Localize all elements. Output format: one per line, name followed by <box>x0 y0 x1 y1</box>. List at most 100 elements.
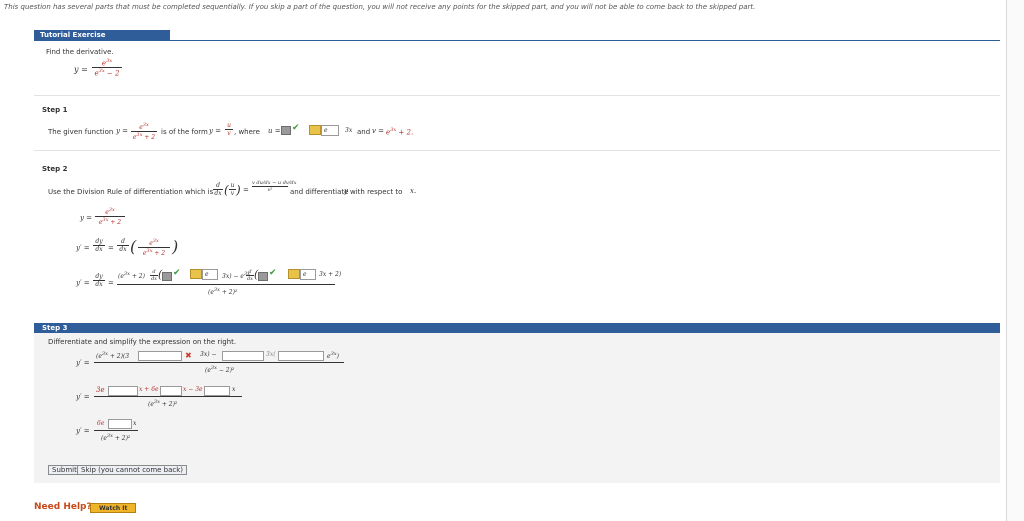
u-exponent-sup: 3x <box>345 127 353 134</box>
s3-r2-input-3[interactable] <box>204 386 230 396</box>
u-answer-box[interactable] <box>281 126 291 135</box>
s3-r2-input-2[interactable] <box>160 386 182 396</box>
s3-r1-box2-tail: 3x( <box>266 351 276 358</box>
s2-line3-check-icon-2: ✔ <box>269 268 277 278</box>
step1-text-b: is of the form <box>161 128 208 136</box>
step1-den-tail: + 2 <box>144 134 156 141</box>
step1-u-eq: u = <box>268 127 281 135</box>
s3-r1-mid: 3x) − <box>200 351 217 358</box>
u-check-icon: ✔ <box>292 123 300 133</box>
step2-y-var: y <box>344 187 348 195</box>
step2-text-a: Use the Division Rule of differentiation… <box>48 188 214 196</box>
s2-line3-check-icon-1: ✔ <box>173 268 181 278</box>
step1-v-val: e3x + 2. <box>386 127 414 137</box>
step1-form-num: u <box>227 122 231 129</box>
need-help-label: Need Help? <box>34 502 92 512</box>
s2-line2-paren-close: ) <box>172 237 179 256</box>
s3-r2-input-1[interactable] <box>108 386 138 396</box>
s2-line3-dydx: dy dx <box>93 273 105 288</box>
s3-r2-den: (e3x + 2)² <box>148 399 178 408</box>
s3-r3-den: (e3x + 2)² <box>101 433 131 442</box>
step1-form-fraction: u v <box>225 122 233 137</box>
s3-r1-fraction-bar <box>94 362 344 363</box>
s2-line2-ddx: d dx <box>117 238 129 253</box>
step1-num-sup: 3x <box>142 122 149 128</box>
s3-r3-x: x <box>133 420 137 427</box>
equation-editor-icon[interactable] <box>309 125 321 135</box>
s3-r1-den: (e3x − 2)² <box>205 365 235 374</box>
intro-fraction: e3x e3x − 2 <box>92 58 122 78</box>
skip-button[interactable]: Skip (you cannot come back) <box>77 465 188 475</box>
step1-den-sup: 3x <box>136 132 143 138</box>
s3-r1-input-3[interactable] <box>278 351 324 361</box>
intro-instruction: Find the derivative. <box>46 48 114 56</box>
s3-r1-y: y′ = <box>76 359 90 367</box>
step2-title: Step 2 <box>42 165 68 173</box>
equation-editor-icon[interactable] <box>288 269 300 279</box>
s2-line1-y: y = <box>80 214 93 222</box>
step1-text-c: , where <box>234 128 260 136</box>
s3-r1-num-a: (e3x + 2)(3 <box>96 351 130 360</box>
s3-r2-fraction-bar <box>94 396 242 397</box>
s2-line3-num-a: (e3x + 2) <box>118 271 145 280</box>
s3-r3-num: 6e <box>97 420 105 427</box>
submit-button[interactable]: Submit <box>48 465 81 475</box>
s3-r1-input-1[interactable] <box>138 351 182 361</box>
s3-r2-b: x + 6e <box>139 386 159 393</box>
s3-r2-y: y′ = <box>76 393 90 401</box>
rule-d-dx: d dx <box>213 182 223 197</box>
s3-r3-input[interactable] <box>108 419 132 429</box>
step1-v-eq: v = <box>372 127 385 135</box>
intro-y: y = <box>74 65 88 74</box>
s3-r2-a: 3e <box>96 386 105 394</box>
step3-title: Step 3 <box>34 323 1000 333</box>
step2-text-c: with respect to <box>350 188 403 196</box>
s2-line3-tail: 3x + 2) <box>319 271 342 278</box>
u-exponent-field[interactable]: e <box>321 125 339 136</box>
s2-line2-fraction: e3x e3x + 2 <box>138 238 170 257</box>
s3-r2-d: x <box>232 386 236 393</box>
tab-bar <box>34 30 1000 41</box>
tab-tutorial-exercise[interactable]: Tutorial Exercise <box>34 30 170 40</box>
s2-line3-den: (e3x + 2)² <box>208 287 238 296</box>
s2-line2-eq: = <box>108 244 114 252</box>
s2-line2-dydx: dy dx <box>93 238 105 253</box>
rule-eq: = <box>243 186 249 194</box>
s3-r1-incorrect-icon: ✖ <box>185 351 192 360</box>
step1-y: y = <box>116 127 129 135</box>
s3-r3-y: y′ = <box>76 427 90 435</box>
s2-line3-answer-box-2[interactable] <box>258 272 268 281</box>
divider <box>34 95 1000 96</box>
s2-line2-y: y′ = <box>76 244 90 252</box>
step1-fraction: e3x e3x + 2 <box>131 122 157 141</box>
s2-line1-fraction: e3x e3x + 2 <box>95 207 125 226</box>
step3-instruction: Differentiate and simplify the expressio… <box>48 338 237 346</box>
step1-form-den: v <box>227 130 231 137</box>
rule-paren-open: ( <box>224 183 229 197</box>
s2-line2-paren-open: ( <box>130 237 137 256</box>
equation-editor-icon[interactable] <box>190 269 202 279</box>
step1-title: Step 1 <box>42 106 68 114</box>
s2-line3-field-1[interactable]: e <box>202 269 218 280</box>
s2-line3-field-2[interactable]: e <box>300 269 316 280</box>
s3-r1-box3-tail: e3x) <box>327 351 339 360</box>
s2-line3-ddx2: d dx <box>246 269 254 282</box>
s2-line3-fraction-bar <box>117 284 335 285</box>
step2-x-var: x. <box>410 187 417 195</box>
watch-it-button[interactable]: Watch It <box>90 503 137 513</box>
window-edge <box>1006 0 1024 521</box>
s2-line3-answer-box-1[interactable] <box>162 272 172 281</box>
step1-and: and <box>357 128 371 136</box>
intro-den-sup: 3x <box>98 68 105 75</box>
s2-line3-eq: = <box>108 279 114 287</box>
s3-r1-input-2[interactable] <box>222 351 264 361</box>
rule-paren-close: ) <box>236 183 241 197</box>
s2-line3-ddx1: d dx <box>150 269 158 282</box>
intro-den-tail: − 2 <box>106 69 120 78</box>
rule-u-over-v: u v <box>229 182 236 197</box>
step2-text-b: and differentiate <box>290 188 349 196</box>
step1-text-a: The given function <box>48 128 114 136</box>
step1-form-y: y = <box>209 127 222 135</box>
s2-line3-y: y′ = <box>76 279 90 287</box>
intro-num-sup: 3x <box>106 58 113 64</box>
